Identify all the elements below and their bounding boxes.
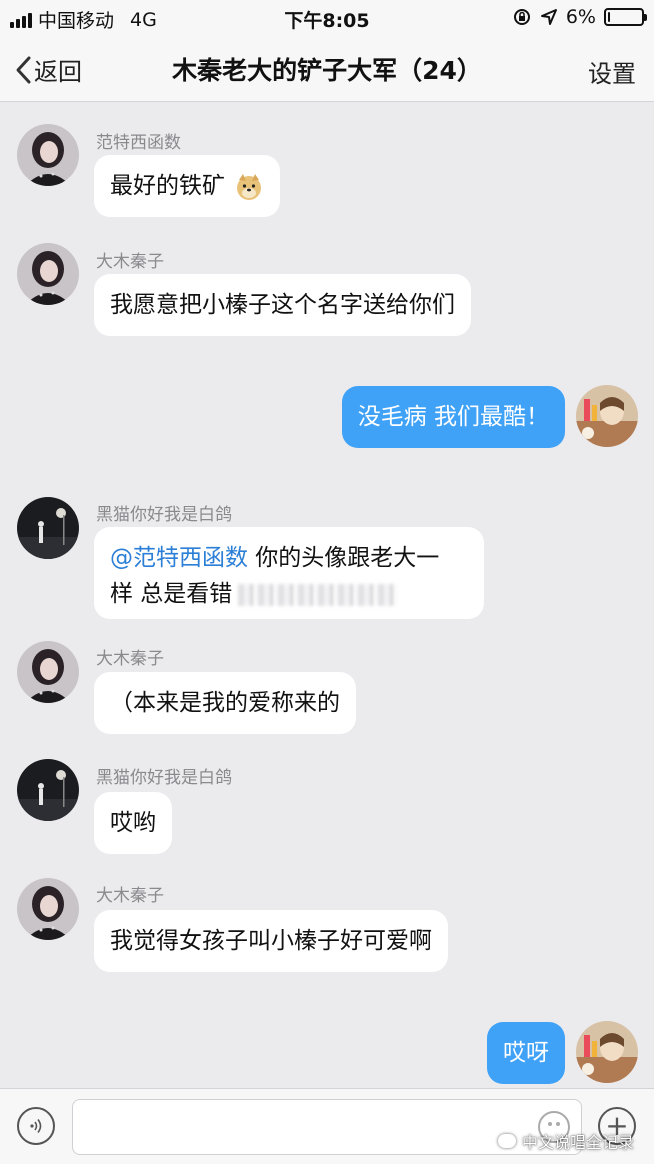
message-text: 我觉得女孩子叫小榛子好可爱啊 bbox=[110, 928, 432, 954]
my-message-bubble[interactable]: 哎呀 bbox=[487, 1022, 565, 1084]
avatar[interactable] bbox=[17, 759, 79, 821]
sender-name: 黑猫你好我是白鸽 bbox=[96, 768, 232, 788]
message-text: 哎哟 bbox=[110, 810, 156, 836]
rotation-lock-icon bbox=[513, 9, 530, 25]
message-text: 最好的铁矿 bbox=[110, 173, 225, 199]
sender-name: 大木秦子 bbox=[96, 649, 164, 669]
message-text: 样 总是看错 bbox=[110, 581, 233, 607]
message-bubble[interactable]: 我愿意把小榛子这个名字送给你们 bbox=[94, 274, 471, 336]
mention-link[interactable]: @范特西函数 bbox=[110, 545, 248, 571]
message-bubble[interactable]: （本来是我的爱称来的 bbox=[94, 672, 356, 734]
message-text: （本来是我的爱称来的 bbox=[110, 690, 340, 716]
location-icon bbox=[540, 9, 557, 25]
settings-button[interactable]: 设置 bbox=[588, 54, 636, 89]
watermark-text: 中文说唱全记录 bbox=[521, 1133, 634, 1152]
sender-name: 范特西函数 bbox=[96, 133, 181, 153]
blurred-content bbox=[238, 583, 399, 606]
input-bar: + 中文说唱全记录 bbox=[0, 1088, 654, 1164]
nav-bar: 返回 木秦老大的铲子大军（24） 设置 bbox=[0, 34, 654, 102]
message-text: 没毛病 我们最酷！ bbox=[357, 404, 549, 430]
my-avatar[interactable] bbox=[576, 385, 638, 447]
message-text: 我愿意把小榛子这个名字送给你们 bbox=[110, 292, 455, 318]
avatar[interactable] bbox=[17, 878, 79, 940]
doge-emoji-icon bbox=[237, 173, 262, 200]
my-avatar[interactable] bbox=[576, 1021, 638, 1083]
sender-name: 大木秦子 bbox=[96, 886, 164, 906]
avatar[interactable] bbox=[17, 641, 79, 703]
voice-button[interactable] bbox=[17, 1107, 55, 1145]
page-title: 木秦老大的铲子大军（24） bbox=[172, 56, 482, 85]
avatar[interactable] bbox=[17, 124, 79, 186]
my-message-bubble[interactable]: 没毛病 我们最酷！ bbox=[341, 386, 565, 448]
status-bar: 中国移动 4G 下午8:05 6% bbox=[0, 0, 654, 34]
chat-list[interactable]: 范特西函数 最好的铁矿 大木秦子 我愿意把小榛子这个名字送给你们 没毛病 我们最… bbox=[0, 103, 654, 1088]
sender-name: 大木秦子 bbox=[96, 252, 164, 272]
avatar[interactable] bbox=[17, 243, 79, 305]
message-bubble[interactable]: 我觉得女孩子叫小榛子好可爱啊 bbox=[94, 910, 448, 972]
message-bubble[interactable]: @范特西函数 你的头像跟老大一 样 总是看错 bbox=[94, 527, 484, 619]
message-text: 哎呀 bbox=[503, 1040, 549, 1066]
watermark: 中文说唱全记录 bbox=[497, 1129, 634, 1153]
sender-name: 黑猫你好我是白鸽 bbox=[96, 505, 232, 525]
message-bubble[interactable]: 哎哟 bbox=[94, 792, 172, 854]
avatar[interactable] bbox=[17, 497, 79, 559]
battery-percent: 6% bbox=[565, 6, 596, 28]
message-text: 你的头像跟老大一 bbox=[248, 545, 440, 571]
voice-wave-icon bbox=[30, 1119, 42, 1133]
battery-icon bbox=[604, 8, 647, 26]
message-bubble[interactable]: 最好的铁矿 bbox=[94, 155, 281, 217]
wechat-icon bbox=[497, 1134, 516, 1148]
